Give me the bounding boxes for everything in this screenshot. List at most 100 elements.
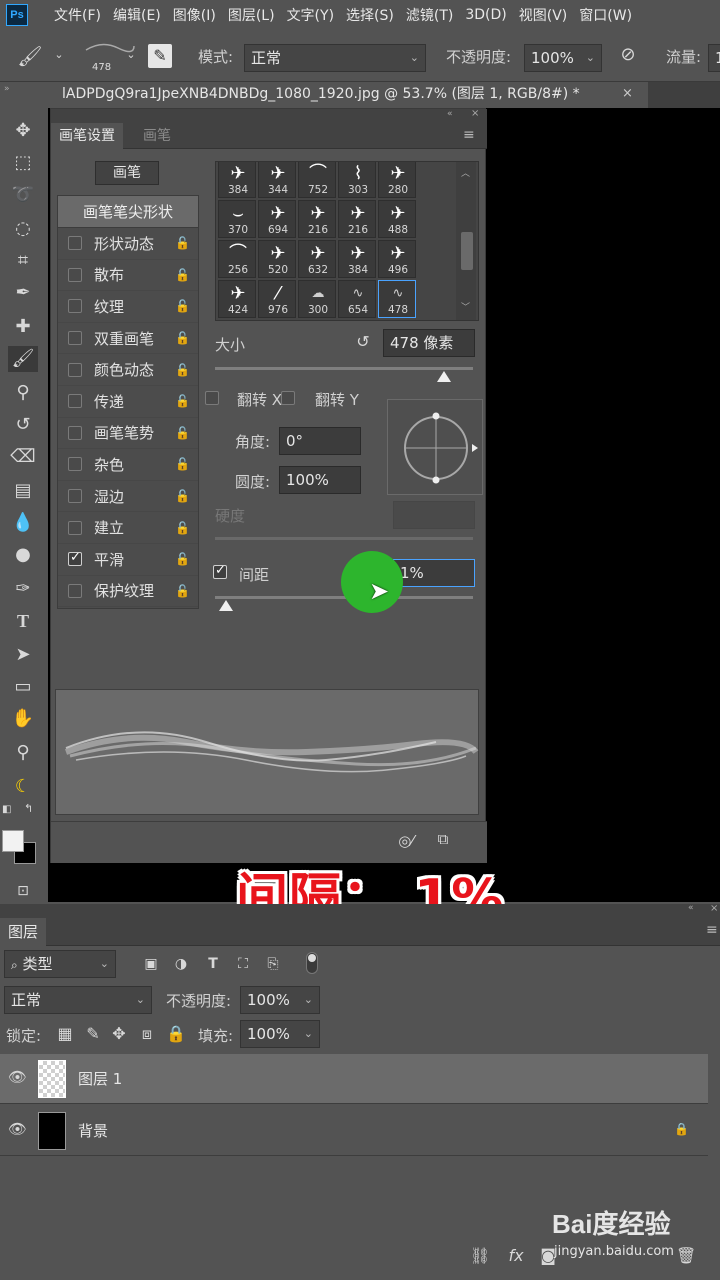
option-checkbox[interactable] — [68, 489, 82, 504]
lock-icon[interactable]: 🔓 — [175, 394, 190, 408]
lock-image-icon[interactable]: ✎ — [84, 1024, 102, 1043]
reset-size-icon[interactable]: ↺ — [353, 332, 373, 351]
close-panel-icon[interactable]: × — [710, 903, 718, 914]
new-brush-icon[interactable]: ⧉ — [433, 830, 453, 848]
grid-scrollbar[interactable]: ︿ ﹀ — [456, 162, 476, 320]
lock-artboard-icon[interactable]: ⧈ — [138, 1024, 156, 1044]
brush-option-row[interactable]: 传递 🔓 — [58, 386, 198, 418]
menu-file[interactable]: 文件(F) — [54, 5, 101, 25]
lock-icon[interactable]: 🔓 — [175, 584, 190, 598]
mode-select[interactable]: 正常 ⌄ — [244, 44, 426, 72]
stamp-tool-icon[interactable]: ⚲ — [8, 380, 38, 406]
option-checkbox[interactable] — [68, 425, 82, 440]
hand-tool-icon[interactable]: ✋ — [8, 706, 38, 732]
brush-option-row[interactable]: 湿边 🔓 — [58, 481, 198, 513]
brush-option-row[interactable]: 颜色动态 🔓 — [58, 354, 198, 386]
panel-menu-icon[interactable]: ≡ — [706, 922, 718, 938]
brush-tip-cell[interactable]: ☁ 300 — [298, 280, 336, 318]
panel-menu-icon[interactable]: ≡ — [463, 127, 475, 143]
lock-all-icon[interactable]: 🔒 — [166, 1024, 186, 1043]
opacity-input[interactable]: 100% ⌄ — [524, 44, 602, 72]
dodge-tool-icon[interactable]: ● — [8, 542, 38, 568]
lock-position-icon[interactable]: ✥ — [110, 1024, 128, 1043]
brush-option-row[interactable]: 画笔笔势 🔓 — [58, 418, 198, 450]
option-checkbox[interactable] — [68, 520, 82, 535]
option-checkbox[interactable] — [68, 550, 82, 567]
brush-tip-cell[interactable]: ⌒ 752 — [298, 162, 336, 198]
brushes-button[interactable]: 画笔 — [95, 161, 159, 185]
blur-tool-icon[interactable]: 💧 — [8, 510, 38, 536]
flip-x-checkbox[interactable] — [205, 391, 219, 405]
brush-option-row[interactable]: 散布 🔓 — [58, 260, 198, 292]
menu-3d[interactable]: 3D(D) — [465, 7, 506, 23]
brush-option-row[interactable]: 纹理 🔓 — [58, 291, 198, 323]
layer-filter-select[interactable]: ⌕ 类型 ⌄ — [4, 950, 116, 978]
option-checkbox[interactable] — [68, 331, 82, 346]
eye-icon[interactable]: 👁 — [8, 1068, 27, 1086]
type-tool-icon[interactable]: T — [8, 608, 38, 634]
quick-select-tool-icon[interactable]: ◌ — [8, 216, 38, 242]
filter-toggle-icon[interactable] — [306, 952, 318, 974]
gradient-tool-icon[interactable]: ▤ — [8, 478, 38, 504]
brush-tool-icon[interactable]: 🖌 — [8, 346, 38, 372]
brush-tip-cell[interactable]: ✈ 280 — [378, 162, 416, 198]
brush-option-row[interactable]: 建立 🔓 — [58, 512, 198, 544]
brush-tip-cell[interactable]: ⌣ 370 — [218, 200, 256, 238]
collapse-panel-icon[interactable]: « — [447, 109, 453, 119]
option-checkbox[interactable] — [68, 583, 82, 598]
zoom-tool-icon[interactable]: ⚲ — [8, 740, 38, 766]
smart-object-filter-icon[interactable]: ⎘ — [264, 956, 282, 972]
brush-tool-icon[interactable]: 🖌 — [16, 44, 44, 68]
brush-tip-cell[interactable]: ∿ 478 — [378, 280, 416, 318]
brush-tip-cell[interactable]: ⌇ 303 — [338, 162, 376, 198]
scroll-up-icon[interactable]: ︿ — [461, 166, 470, 179]
lock-icon[interactable]: 🔓 — [175, 299, 190, 313]
brush-option-row[interactable]: 双重画笔 🔓 — [58, 323, 198, 355]
tab-brushes[interactable]: 画笔 — [135, 123, 179, 149]
size-input[interactable]: 478 像素 — [383, 329, 475, 357]
flow-input[interactable]: 1 — [708, 44, 720, 72]
pressure-opacity-icon[interactable]: ⊘ — [616, 44, 640, 68]
tab-brush-settings[interactable]: 画笔设置 — [51, 123, 123, 149]
eyedropper-tool-icon[interactable]: ✒ — [8, 280, 38, 306]
eraser-tool-icon[interactable]: ⌫ — [8, 444, 38, 470]
brush-tip-cell[interactable]: ✈ 520 — [258, 240, 296, 278]
crop-tool-icon[interactable]: ⌗ — [8, 248, 38, 274]
brush-tip-shape-item[interactable]: 画笔笔尖形状 — [58, 196, 198, 228]
lock-icon[interactable]: 🔓 — [175, 457, 190, 471]
foreground-color-swatch[interactable] — [2, 830, 24, 852]
banana-icon[interactable]: ☾ — [8, 774, 38, 800]
fx-icon[interactable]: fx — [506, 1246, 526, 1265]
close-panel-icon[interactable]: × — [471, 108, 479, 119]
quick-mask-icon[interactable]: ⊡ — [8, 878, 38, 904]
lock-icon[interactable]: 🔓 — [175, 521, 190, 535]
spacing-input[interactable]: 1% — [393, 559, 475, 587]
spacing-checkbox[interactable] — [213, 563, 227, 579]
lock-icon[interactable]: 🔓 — [175, 426, 190, 440]
option-checkbox[interactable] — [68, 457, 82, 472]
fill-input[interactable]: 100% ⌄ — [240, 1020, 320, 1048]
collapse-panel-icon[interactable]: « — [688, 903, 694, 913]
lock-icon[interactable]: 🔓 — [175, 331, 190, 345]
brush-option-row[interactable]: 平滑 🔓 — [58, 544, 198, 576]
lasso-tool-icon[interactable]: ➰ — [8, 182, 38, 208]
history-brush-tool-icon[interactable]: ↺ — [8, 412, 38, 438]
menu-window[interactable]: 窗口(W) — [579, 5, 632, 25]
brush-option-row[interactable]: 杂色 🔓 — [58, 449, 198, 481]
toggle-preview-icon[interactable]: ◎⁄ — [393, 832, 419, 850]
document-tab[interactable]: lADPDgQ9ra1JpeXNB4DNBDg_1080_1920.jpg @ … — [48, 82, 648, 108]
eye-icon[interactable]: 👁 — [8, 1120, 27, 1138]
menu-type[interactable]: 文字(Y) — [287, 5, 334, 25]
scroll-thumb[interactable] — [461, 232, 473, 270]
brush-settings-toggle-icon[interactable]: ✎ — [148, 44, 172, 68]
brush-tip-cell[interactable]: ✈ 694 — [258, 200, 296, 238]
scroll-down-icon[interactable]: ﹀ — [461, 300, 470, 313]
roundness-input[interactable]: 100% — [279, 466, 361, 494]
layer-row[interactable]: 👁 图层 1 — [0, 1054, 708, 1104]
lock-transparency-icon[interactable]: ▦ — [56, 1024, 74, 1043]
option-checkbox[interactable] — [68, 362, 82, 377]
close-icon[interactable]: × — [622, 82, 642, 106]
lock-icon[interactable]: 🔓 — [175, 363, 190, 377]
chevron-down-icon[interactable]: ⌄ — [124, 48, 138, 61]
chevron-down-icon[interactable]: ⌄ — [52, 48, 66, 61]
